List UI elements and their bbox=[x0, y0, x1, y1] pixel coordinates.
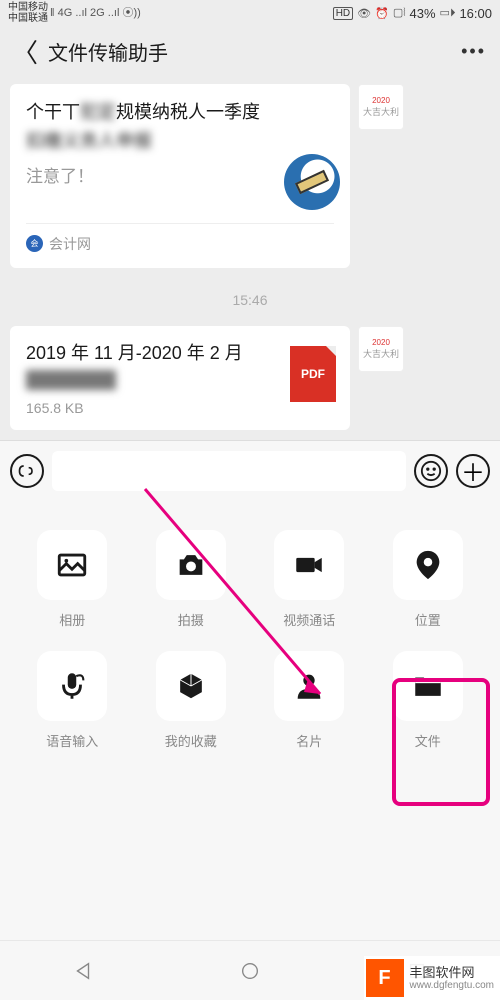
chat-area: 个干丅犯定规模纳税人一季度 扣缴义务人申报 注意了！ 会 会计网 2020大吉大… bbox=[0, 76, 500, 462]
watermark-logo: F bbox=[366, 959, 404, 997]
signal-icon: ‖ 4G ..ıl 2G ..ıl ⦿)) bbox=[50, 7, 141, 19]
panel-item-album[interactable]: 相册 bbox=[22, 530, 123, 629]
watermark: F 丰图软件网 www.dgfengtu.com bbox=[364, 956, 500, 1000]
status-bar: 中国移动 中国联通 ‖ 4G ..ıl 2G ..ıl ⦿)) HD 👁 ⏰ ▢… bbox=[0, 0, 500, 26]
back-button[interactable]: 〈 bbox=[12, 33, 38, 70]
file-size: 165.8 KB bbox=[26, 400, 334, 416]
location-icon bbox=[411, 548, 445, 582]
pdf-icon: PDF bbox=[290, 346, 336, 402]
avatar[interactable]: 2020大吉大利 bbox=[358, 84, 404, 130]
panel-item-location[interactable]: 位置 bbox=[378, 530, 479, 629]
nav-bar: 〈 文件传输助手 ••• bbox=[0, 26, 500, 76]
file-title: 2019 年 11 月-2020 年 2 月 的费用明细 bbox=[26, 340, 334, 394]
article-thumbnail bbox=[284, 154, 340, 210]
voice-toggle-button[interactable] bbox=[10, 454, 44, 488]
message-input[interactable] bbox=[52, 451, 406, 491]
timestamp: 15:46 bbox=[10, 292, 490, 308]
attachment-panel: 相册 拍摄 视频通话 位置 语音输入 我的收藏 名片 文件 bbox=[0, 500, 500, 940]
input-bar: ＋ bbox=[0, 440, 500, 500]
eye-icon: 👁 bbox=[357, 7, 371, 20]
video-icon bbox=[292, 548, 326, 582]
panel-item-video-call[interactable]: 视频通话 bbox=[259, 530, 360, 629]
carrier-1: 中国移动 bbox=[8, 2, 48, 13]
hd-icon: HD bbox=[333, 7, 353, 20]
vibrate-icon: ▢⦚ bbox=[393, 6, 406, 20]
sys-home-icon[interactable] bbox=[239, 960, 261, 982]
source-icon: 会 bbox=[26, 235, 43, 252]
emoji-button[interactable] bbox=[414, 454, 448, 488]
album-icon bbox=[55, 548, 89, 582]
clock: 16:00 bbox=[459, 6, 492, 21]
attach-button[interactable]: ＋ bbox=[456, 454, 490, 488]
article-source: 会 会计网 bbox=[26, 223, 334, 254]
sys-back-icon[interactable] bbox=[72, 960, 94, 982]
annotation-highlight bbox=[392, 678, 490, 806]
carrier-2: 中国联通 bbox=[8, 13, 48, 24]
page-title: 文件传输助手 bbox=[48, 37, 168, 66]
message-card-file[interactable]: 2019 年 11 月-2020 年 2 月 的费用明细 165.8 KB PD… bbox=[10, 326, 490, 430]
camera-icon bbox=[174, 548, 208, 582]
more-button[interactable]: ••• bbox=[461, 41, 486, 62]
cube-icon bbox=[174, 669, 208, 703]
avatar[interactable]: 2020大吉大利 bbox=[358, 326, 404, 372]
panel-item-camera[interactable]: 拍摄 bbox=[141, 530, 242, 629]
message-card-article[interactable]: 个干丅犯定规模纳税人一季度 扣缴义务人申报 注意了！ 会 会计网 2020大吉大… bbox=[10, 84, 490, 268]
alarm-icon: ⏰ bbox=[375, 7, 389, 20]
panel-item-contact-card[interactable]: 名片 bbox=[259, 651, 360, 750]
battery-icon: ▭⏵ bbox=[440, 6, 456, 20]
panel-item-favorites[interactable]: 我的收藏 bbox=[141, 651, 242, 750]
battery-percent: 43% bbox=[410, 6, 436, 21]
panel-item-voice-input[interactable]: 语音输入 bbox=[22, 651, 123, 750]
person-icon bbox=[292, 669, 326, 703]
mic-icon bbox=[55, 669, 89, 703]
